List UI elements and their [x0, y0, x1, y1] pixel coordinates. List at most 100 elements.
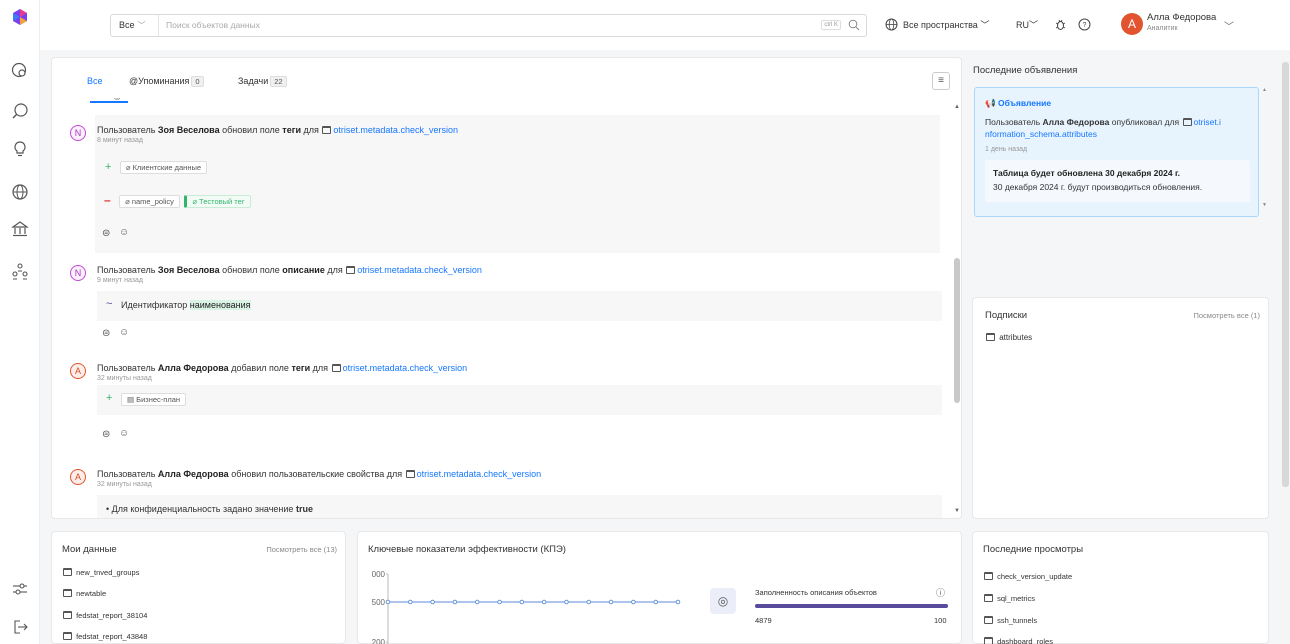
entry-text: Пользователь Зоя Веселова обновил поле т…: [97, 125, 458, 135]
comment-icon[interactable]: ☺: [112, 98, 122, 103]
teams-icon[interactable]: [11, 262, 29, 280]
search-input[interactable]: Поиск объектов данных: [166, 15, 260, 36]
data-point[interactable]: [519, 599, 525, 605]
entry-target-link[interactable]: otriset.metadata.check_version: [343, 363, 468, 373]
chevron-down-icon: ﹀: [137, 21, 146, 30]
tag-chip[interactable]: ▤ Бизнес-план: [121, 393, 187, 406]
my-data-view-all-link[interactable]: Посмотреть все (13): [266, 545, 337, 554]
entry-target-link[interactable]: otriset.metadata.check_version: [357, 265, 482, 275]
kpi-current-value: 4879: [755, 616, 772, 625]
page-scrollbar[interactable]: [1281, 50, 1290, 644]
user-menu-chevron-icon[interactable]: ﹀: [1224, 18, 1234, 33]
data-point[interactable]: [631, 599, 636, 605]
scroll-up-icon[interactable]: ▲: [954, 104, 960, 110]
info-icon[interactable]: ⓘ: [936, 586, 945, 599]
explore-icon[interactable]: [11, 62, 29, 80]
data-point[interactable]: [408, 599, 413, 605]
announcement-prefix: Пользователь: [985, 117, 1041, 127]
list-item[interactable]: ssh_tunnels: [983, 616, 1037, 625]
scrollbar-thumb[interactable]: [954, 258, 960, 403]
bug-icon[interactable]: [1054, 18, 1067, 31]
scrollbar-thumb[interactable]: [1282, 62, 1289, 487]
avatar[interactable]: N: [70, 265, 86, 281]
avatar[interactable]: A: [70, 469, 86, 485]
comment-icon[interactable]: ⊜: [102, 328, 110, 339]
tag-chip[interactable]: ⌀ Клиентские данные: [119, 161, 208, 174]
governance-icon[interactable]: [11, 220, 29, 238]
entry-text: Пользователь Зоя Веселова обновил поле о…: [97, 265, 482, 275]
tag-label: name_policy: [131, 197, 174, 206]
announcements-panel: Последние объявления 📢 Объявление Пользо…: [972, 57, 1269, 283]
entry-text: Пользователь Алла Федорова добавил поле …: [97, 363, 467, 373]
list-item[interactable]: newtable: [62, 589, 106, 598]
tag-added-row: + ⌀ Клиентские данные: [105, 161, 208, 174]
announcements-scrollbar[interactable]: ▲ ▼: [1262, 87, 1268, 212]
table-icon: [984, 616, 993, 624]
tag-chip-new[interactable]: ⌀ Тестовый тег: [184, 195, 251, 208]
logout-icon[interactable]: [11, 618, 29, 636]
comment-icon[interactable]: ⊜: [102, 228, 110, 239]
plus-icon: +: [106, 392, 113, 404]
data-point[interactable]: [653, 599, 658, 605]
entry-user[interactable]: Зоя Веселова: [158, 265, 220, 275]
announcement-user[interactable]: Алла Федорова: [1043, 117, 1110, 127]
insights-icon[interactable]: [11, 140, 29, 158]
data-point[interactable]: [474, 599, 480, 605]
data-point[interactable]: [586, 599, 592, 605]
emoji-reaction-icon[interactable]: ☺: [119, 428, 129, 439]
list-item[interactable]: attributes: [985, 333, 1032, 342]
search-bar[interactable]: Все ﹀ Поиск объектов данных ctrl K: [110, 14, 867, 37]
list-item[interactable]: check_version_update: [983, 572, 1072, 581]
tag-chip[interactable]: ⌀ name_policy: [119, 195, 180, 208]
data-point[interactable]: [608, 599, 614, 605]
tab-all[interactable]: Все: [87, 76, 103, 86]
data-point[interactable]: [430, 599, 435, 605]
tab-mentions[interactable]: @Упоминания 0: [129, 76, 204, 87]
data-point[interactable]: [541, 599, 547, 605]
search-icon[interactable]: [848, 19, 860, 31]
globe-icon[interactable]: [885, 18, 898, 31]
list-item[interactable]: new_tnved_groups: [62, 568, 139, 577]
language-dropdown[interactable]: RU﹀: [1016, 12, 1038, 38]
tab-tasks[interactable]: Задачи 22: [238, 76, 287, 87]
globe-icon[interactable]: [11, 183, 29, 201]
user-name[interactable]: Алла Федорова: [1147, 12, 1216, 23]
scroll-up-icon[interactable]: ▲: [1262, 87, 1267, 93]
list-item[interactable]: fedstat_report_43848: [62, 632, 147, 641]
comment-icon[interactable]: ⊜: [102, 429, 110, 440]
list-item[interactable]: sql_metrics: [983, 594, 1035, 603]
data-point[interactable]: [385, 599, 391, 605]
data-point[interactable]: [452, 599, 458, 605]
list-item[interactable]: dashboard_roles: [983, 637, 1053, 644]
search-scope-select[interactable]: Все ﹀: [111, 15, 159, 36]
emoji-reaction-icon[interactable]: ☺: [119, 227, 129, 238]
filter-button[interactable]: ≡: [932, 72, 950, 90]
data-point[interactable]: [497, 599, 502, 605]
feed-scrollbar[interactable]: ▲ ▼: [952, 98, 961, 518]
scroll-down-icon[interactable]: ▼: [954, 508, 960, 514]
entry-prefix: Пользователь: [97, 265, 156, 275]
emoji-reaction-icon[interactable]: ☺: [119, 327, 129, 338]
entry-user[interactable]: Алла Федорова: [158, 363, 229, 373]
avatar[interactable]: A: [70, 363, 86, 379]
discover-icon[interactable]: [11, 102, 29, 120]
settings-sliders-icon[interactable]: [11, 580, 29, 598]
list-item[interactable]: fedstat_report_38104: [62, 611, 147, 620]
announcement-target-link-cont[interactable]: nformation_schema.attributes: [985, 129, 1097, 139]
entry-target-link[interactable]: otriset.metadata.check_version: [417, 469, 542, 479]
app-logo[interactable]: [11, 8, 29, 26]
avatar[interactable]: N: [70, 125, 86, 141]
entry-target-link[interactable]: otriset.metadata.check_version: [333, 125, 458, 135]
chevron-down-icon: ﹀: [980, 20, 990, 30]
announcement-target-link[interactable]: otriset.i: [1194, 117, 1221, 127]
data-point[interactable]: [564, 599, 569, 605]
scroll-down-icon[interactable]: ▼: [1262, 202, 1267, 208]
spaces-dropdown[interactable]: Все пространства ﹀: [903, 12, 989, 38]
shortcut-hint: ctrl K: [821, 20, 841, 30]
entry-user[interactable]: Зоя Веселова: [158, 125, 220, 135]
user-avatar[interactable]: A: [1121, 13, 1143, 35]
subscriptions-view-all-link[interactable]: Посмотреть все (1): [1193, 311, 1260, 320]
data-point[interactable]: [675, 599, 681, 605]
help-icon[interactable]: ?: [1078, 18, 1091, 31]
entry-user[interactable]: Алла Федорова: [158, 469, 229, 479]
